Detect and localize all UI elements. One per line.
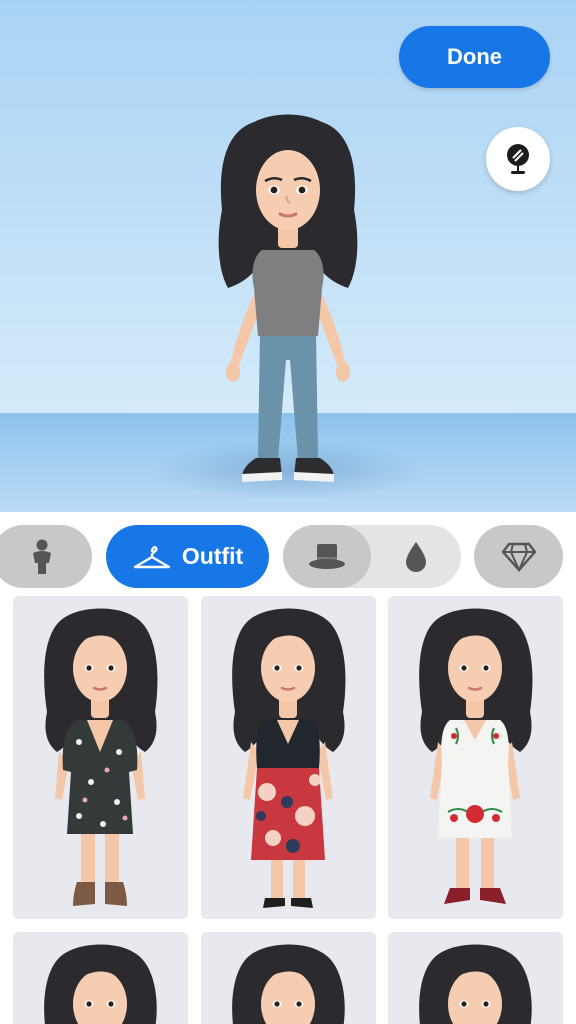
category-body-button[interactable] <box>0 525 92 588</box>
mirror-button[interactable] <box>486 127 550 191</box>
outfit-grid <box>0 596 576 1024</box>
avatar-thumbnail <box>44 944 157 1024</box>
outfit-option-floral-dark-dress[interactable] <box>13 596 188 919</box>
done-button[interactable]: Done <box>399 26 550 88</box>
category-accessories-button[interactable] <box>474 525 563 588</box>
diamond-icon <box>501 542 536 572</box>
outfit-option-floral-skirt[interactable] <box>201 596 376 919</box>
category-outfit-button[interactable]: Outfit <box>106 525 269 588</box>
avatar-preview-stage: Done <box>0 0 576 512</box>
outfit-option-6[interactable] <box>388 932 563 1024</box>
outfit-option-5[interactable] <box>201 932 376 1024</box>
category-bar: Outfit <box>0 512 576 596</box>
avatar-thumbnail <box>232 608 346 908</box>
avatar-thumbnail <box>419 608 533 904</box>
avatar-preview[interactable] <box>206 110 370 495</box>
category-headwear-button[interactable] <box>283 525 371 588</box>
category-color-button[interactable] <box>383 525 449 588</box>
avatar-thumbnail <box>232 944 345 1024</box>
outfit-option-white-embroidered-dress[interactable] <box>388 596 563 919</box>
avatar-thumbnail <box>419 944 532 1024</box>
mirror-icon <box>507 144 529 174</box>
outfit-option-4[interactable] <box>13 932 188 1024</box>
category-outfit-label: Outfit <box>181 543 244 569</box>
hanger-icon <box>133 545 171 568</box>
drop-icon <box>406 541 426 572</box>
category-group <box>283 525 461 588</box>
avatar-thumbnail <box>44 608 158 906</box>
person-icon <box>33 539 51 574</box>
top-hat-icon <box>309 543 345 569</box>
